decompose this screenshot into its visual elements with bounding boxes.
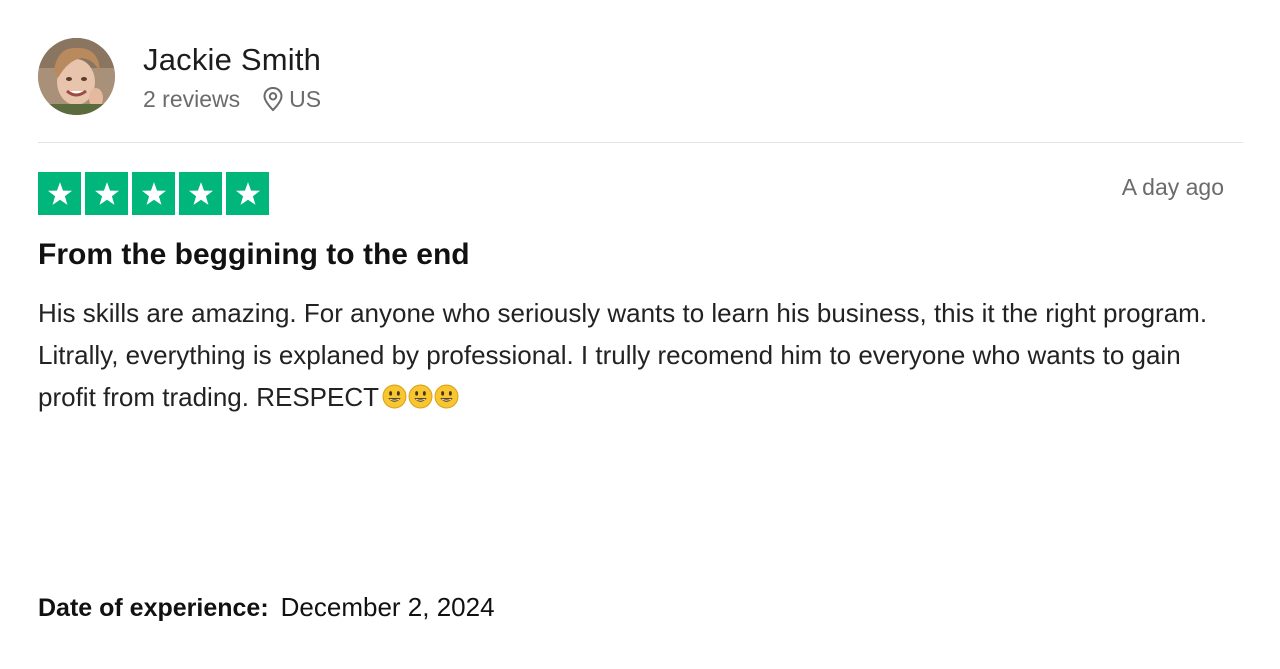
review-body: His skills are amazing. For anyone who s… (38, 292, 1238, 421)
country-label: US (289, 85, 322, 112)
star-icon (235, 181, 260, 205)
star-box (226, 172, 269, 215)
smiley-emoji-icon (434, 379, 459, 421)
review-title[interactable]: From the beggining to the end (38, 236, 470, 274)
location-pin-icon (263, 86, 283, 112)
reviewer-name[interactable]: Jackie Smith (143, 40, 321, 80)
star-box (38, 172, 81, 215)
review-card: Jackie Smith 2 reviews US A day ago From… (0, 0, 1280, 669)
review-text: His skills are amazing. For anyone who s… (38, 298, 1208, 412)
avatar[interactable] (38, 38, 115, 115)
star-box (179, 172, 222, 215)
date-of-experience: Date of experience: December 2, 2024 (38, 592, 495, 623)
review-date-relative: A day ago (1121, 174, 1224, 200)
star-icon (94, 181, 119, 205)
star-icon (188, 181, 213, 205)
smiley-emoji-icon (408, 379, 433, 421)
user-photo-icon (38, 38, 115, 115)
reviewer-meta: 2 reviews US (143, 84, 321, 114)
star-rating (38, 172, 269, 215)
star-box (132, 172, 175, 215)
smiley-emoji-icon (382, 379, 407, 421)
experience-label: Date of experience: (38, 594, 269, 622)
reviewer-location: US (262, 86, 321, 113)
star-icon (47, 181, 72, 205)
emoji-group (382, 379, 460, 421)
star-icon (141, 181, 166, 205)
experience-date: December 2, 2024 (280, 592, 495, 622)
divider (38, 142, 1243, 143)
star-box (85, 172, 128, 215)
reviews-count: 2 reviews (143, 85, 241, 112)
